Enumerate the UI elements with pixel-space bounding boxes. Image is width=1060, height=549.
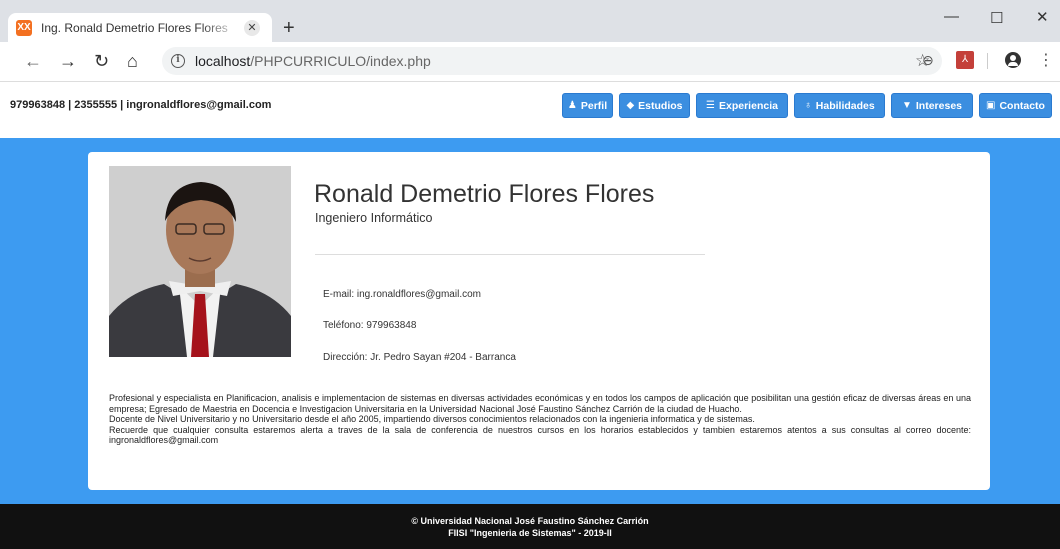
forward-icon[interactable]: → — [59, 51, 77, 71]
browser-toolbar: ← → ↻ ⌂ i localhost/PHPCURRICULO/index.p… — [0, 42, 1060, 82]
bookmark-star-icon[interactable]: ☆ — [915, 51, 930, 71]
close-window-icon[interactable]: ✕ — [1036, 8, 1049, 26]
profile-photo-illustration — [109, 166, 291, 357]
url-text[interactable]: localhost/PHPCURRICULO/index.php — [195, 53, 431, 69]
home-icon[interactable]: ⌂ — [127, 51, 138, 71]
browser-menu-icon[interactable]: ⋮ — [1038, 50, 1054, 70]
nav-contacto-button[interactable]: ▣ Contacto — [979, 93, 1052, 118]
nav-label: Experiencia — [719, 99, 778, 112]
profile-email: E-mail: ing.ronaldflores@gmail.com — [323, 289, 481, 300]
url-path: /PHPCURRICULO/index.php — [250, 53, 431, 69]
profile-phone: Teléfono: 979963848 — [323, 320, 417, 331]
nav-label: Intereses — [915, 99, 963, 112]
nav-label: Estudios — [638, 99, 683, 112]
profile-name: Ronald Demetrio Flores Flores — [314, 180, 655, 208]
nav-label: Contacto — [999, 99, 1045, 112]
bio-paragraph: Recuerde que cualquier consulta estaremo… — [109, 424, 971, 446]
database-icon: ☰ — [706, 100, 715, 111]
browser-titlebar: XX Ing. Ronald Demetrio Flores Flores ✕ … — [0, 0, 1060, 42]
bio-paragraph: Docente de Nivel Universitario y no Univ… — [109, 414, 755, 425]
reload-icon[interactable]: ↻ — [94, 51, 109, 71]
tab-title: Ing. Ronald Demetrio Flores Flores — [41, 20, 228, 35]
tab-close-icon[interactable]: ✕ — [244, 20, 260, 36]
profile-bio: Profesional y especialista en Planificac… — [109, 393, 971, 446]
nav-perfil-button[interactable]: ♟ Perfil — [562, 93, 613, 118]
nav-estudios-button[interactable]: ◆ Estudios — [619, 93, 690, 118]
profile-card: Ronald Demetrio Flores Flores Ingeniero … — [88, 152, 990, 490]
address-bar[interactable]: i localhost/PHPCURRICULO/index.php ⊖ — [162, 47, 942, 75]
nav-label: Habilidades — [815, 99, 875, 112]
header-contact-line: 979963848 | 2355555 | ingronaldflores@gm… — [10, 99, 272, 111]
new-tab-icon[interactable]: + — [283, 18, 295, 38]
profile-role: Ingeniero Informático — [315, 211, 433, 225]
minimize-icon[interactable]: — — [944, 8, 959, 25]
browser-tab[interactable]: XX Ing. Ronald Demetrio Flores Flores ✕ — [8, 13, 272, 42]
bio-paragraph: Profesional y especialista en Planificac… — [109, 393, 971, 414]
graduation-cap-icon: ◆ — [626, 100, 635, 111]
nav-label: Perfil — [580, 99, 608, 112]
page-header: 979963848 | 2355555 | ingronaldflores@gm… — [0, 82, 1060, 138]
nav-habilidades-button[interactable]: ♁ Habilidades — [794, 93, 885, 118]
nav-intereses-button[interactable]: ▼ Intereses — [891, 93, 973, 118]
nav-experiencia-button[interactable]: ☰ Experiencia — [696, 93, 788, 118]
xampp-favicon-icon: XX — [16, 19, 32, 36]
account-icon[interactable] — [1005, 52, 1021, 68]
profile-photo — [109, 166, 291, 357]
pdf-extension-icon[interactable]: ⅄ — [956, 51, 974, 69]
maximize-icon[interactable]: ☐ — [990, 9, 1003, 27]
back-icon[interactable]: ← — [24, 51, 42, 71]
footer-university: © Universidad Nacional José Faustino Sán… — [411, 516, 649, 526]
profile-divider — [315, 254, 705, 255]
profile-address: Dirección: Jr. Pedro Sayan #204 - Barran… — [323, 352, 516, 363]
contact-card-icon: ▣ — [986, 100, 996, 111]
page-footer: © Universidad Nacional José Faustino Sán… — [0, 504, 1060, 549]
site-info-icon[interactable]: i — [171, 54, 185, 68]
hero-section: Ronald Demetrio Flores Flores Ingeniero … — [0, 138, 1060, 504]
thumbs-up-icon: ♁ — [804, 100, 812, 111]
filter-icon: ▼ — [901, 100, 912, 111]
url-host: localhost — [195, 53, 251, 69]
toolbar-separator — [987, 53, 988, 69]
person-icon: ♟ — [567, 100, 577, 111]
footer-faculty: FIISI "Ingenieria de Sistemas" - 2019-II — [448, 528, 612, 538]
